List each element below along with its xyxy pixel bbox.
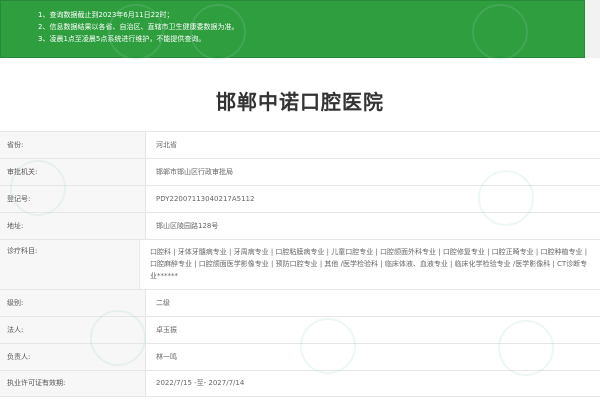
table-row: 审批机关: 邯郸市邯山区行政审批局 [0,158,600,185]
details-table: 省份: 河北省 审批机关: 邯郸市邯山区行政审批局 登记号: PDY220071… [0,131,600,397]
notice-item: 2、信息数据结果以各省、自治区、直辖市卫生健康委数据为准。 [38,23,239,31]
row-label: 登记号: [0,186,145,212]
row-label: 法人: [0,317,145,343]
province-value: 河北省 [145,132,600,158]
row-label: 执业许可证有效期: [0,371,145,396]
level-value: 二级 [145,290,600,316]
row-label: 省份: [0,132,145,158]
scope-value: 口腔科 | 牙体牙髓病专业 | 牙周病专业 | 口腔粘膜病专业 | 儿童口腔专业… [139,240,600,289]
license-period-value: 2022/7/15 -至- 2027/7/14 [145,371,600,396]
table-row: 级别: 二级 [0,289,600,316]
table-row: 法人: 卓玉振 [0,316,600,343]
row-label: 级别: [0,290,145,316]
table-row: 诊疗科目: 口腔科 | 牙体牙髓病专业 | 牙周病专业 | 口腔粘膜病专业 | … [0,239,600,289]
table-row: 省份: 河北省 [0,131,600,158]
table-row: 执业许可证有效期: 2022/7/15 -至- 2027/7/14 [0,370,600,397]
table-row: 地址: 邯山区陵园路128号 [0,212,600,239]
hospital-name: 邯郸中诺口腔医院 [216,90,384,114]
reg-no-value: PDY22007113040217A5112 [145,186,600,212]
row-label: 审批机关: [0,159,145,185]
table-row: 负责人: 林一鸣 [0,343,600,370]
authority-value: 邯郸市邯山区行政审批局 [145,159,600,185]
notice-banner: 1、查询数据截止到2023年6月11日22时； 2、信息数据结果以各省、自治区、… [0,0,585,58]
row-label: 负责人: [0,344,145,370]
row-label: 诊疗科目: [0,240,139,289]
row-label: 地址: [0,213,145,239]
person-in-charge-value: 林一鸣 [145,344,600,370]
legal-person-value: 卓玉振 [145,317,600,343]
address-value: 邯山区陵园路128号 [145,213,600,239]
notice-item: 3、凌晨1点至凌晨5点系统进行维护，不能提供查询。 [38,35,206,43]
scope-text: 口腔科 | 牙体牙髓病专业 | 牙周病专业 | 口腔粘膜病专业 | 儿童口腔专业… [150,248,588,280]
notice-list: 1、查询数据截止到2023年6月11日22时； 2、信息数据结果以各省、自治区、… [38,9,584,45]
notice-item: 1、查询数据截止到2023年6月11日22时； [38,11,174,19]
table-row: 登记号: PDY22007113040217A5112 [0,185,600,212]
